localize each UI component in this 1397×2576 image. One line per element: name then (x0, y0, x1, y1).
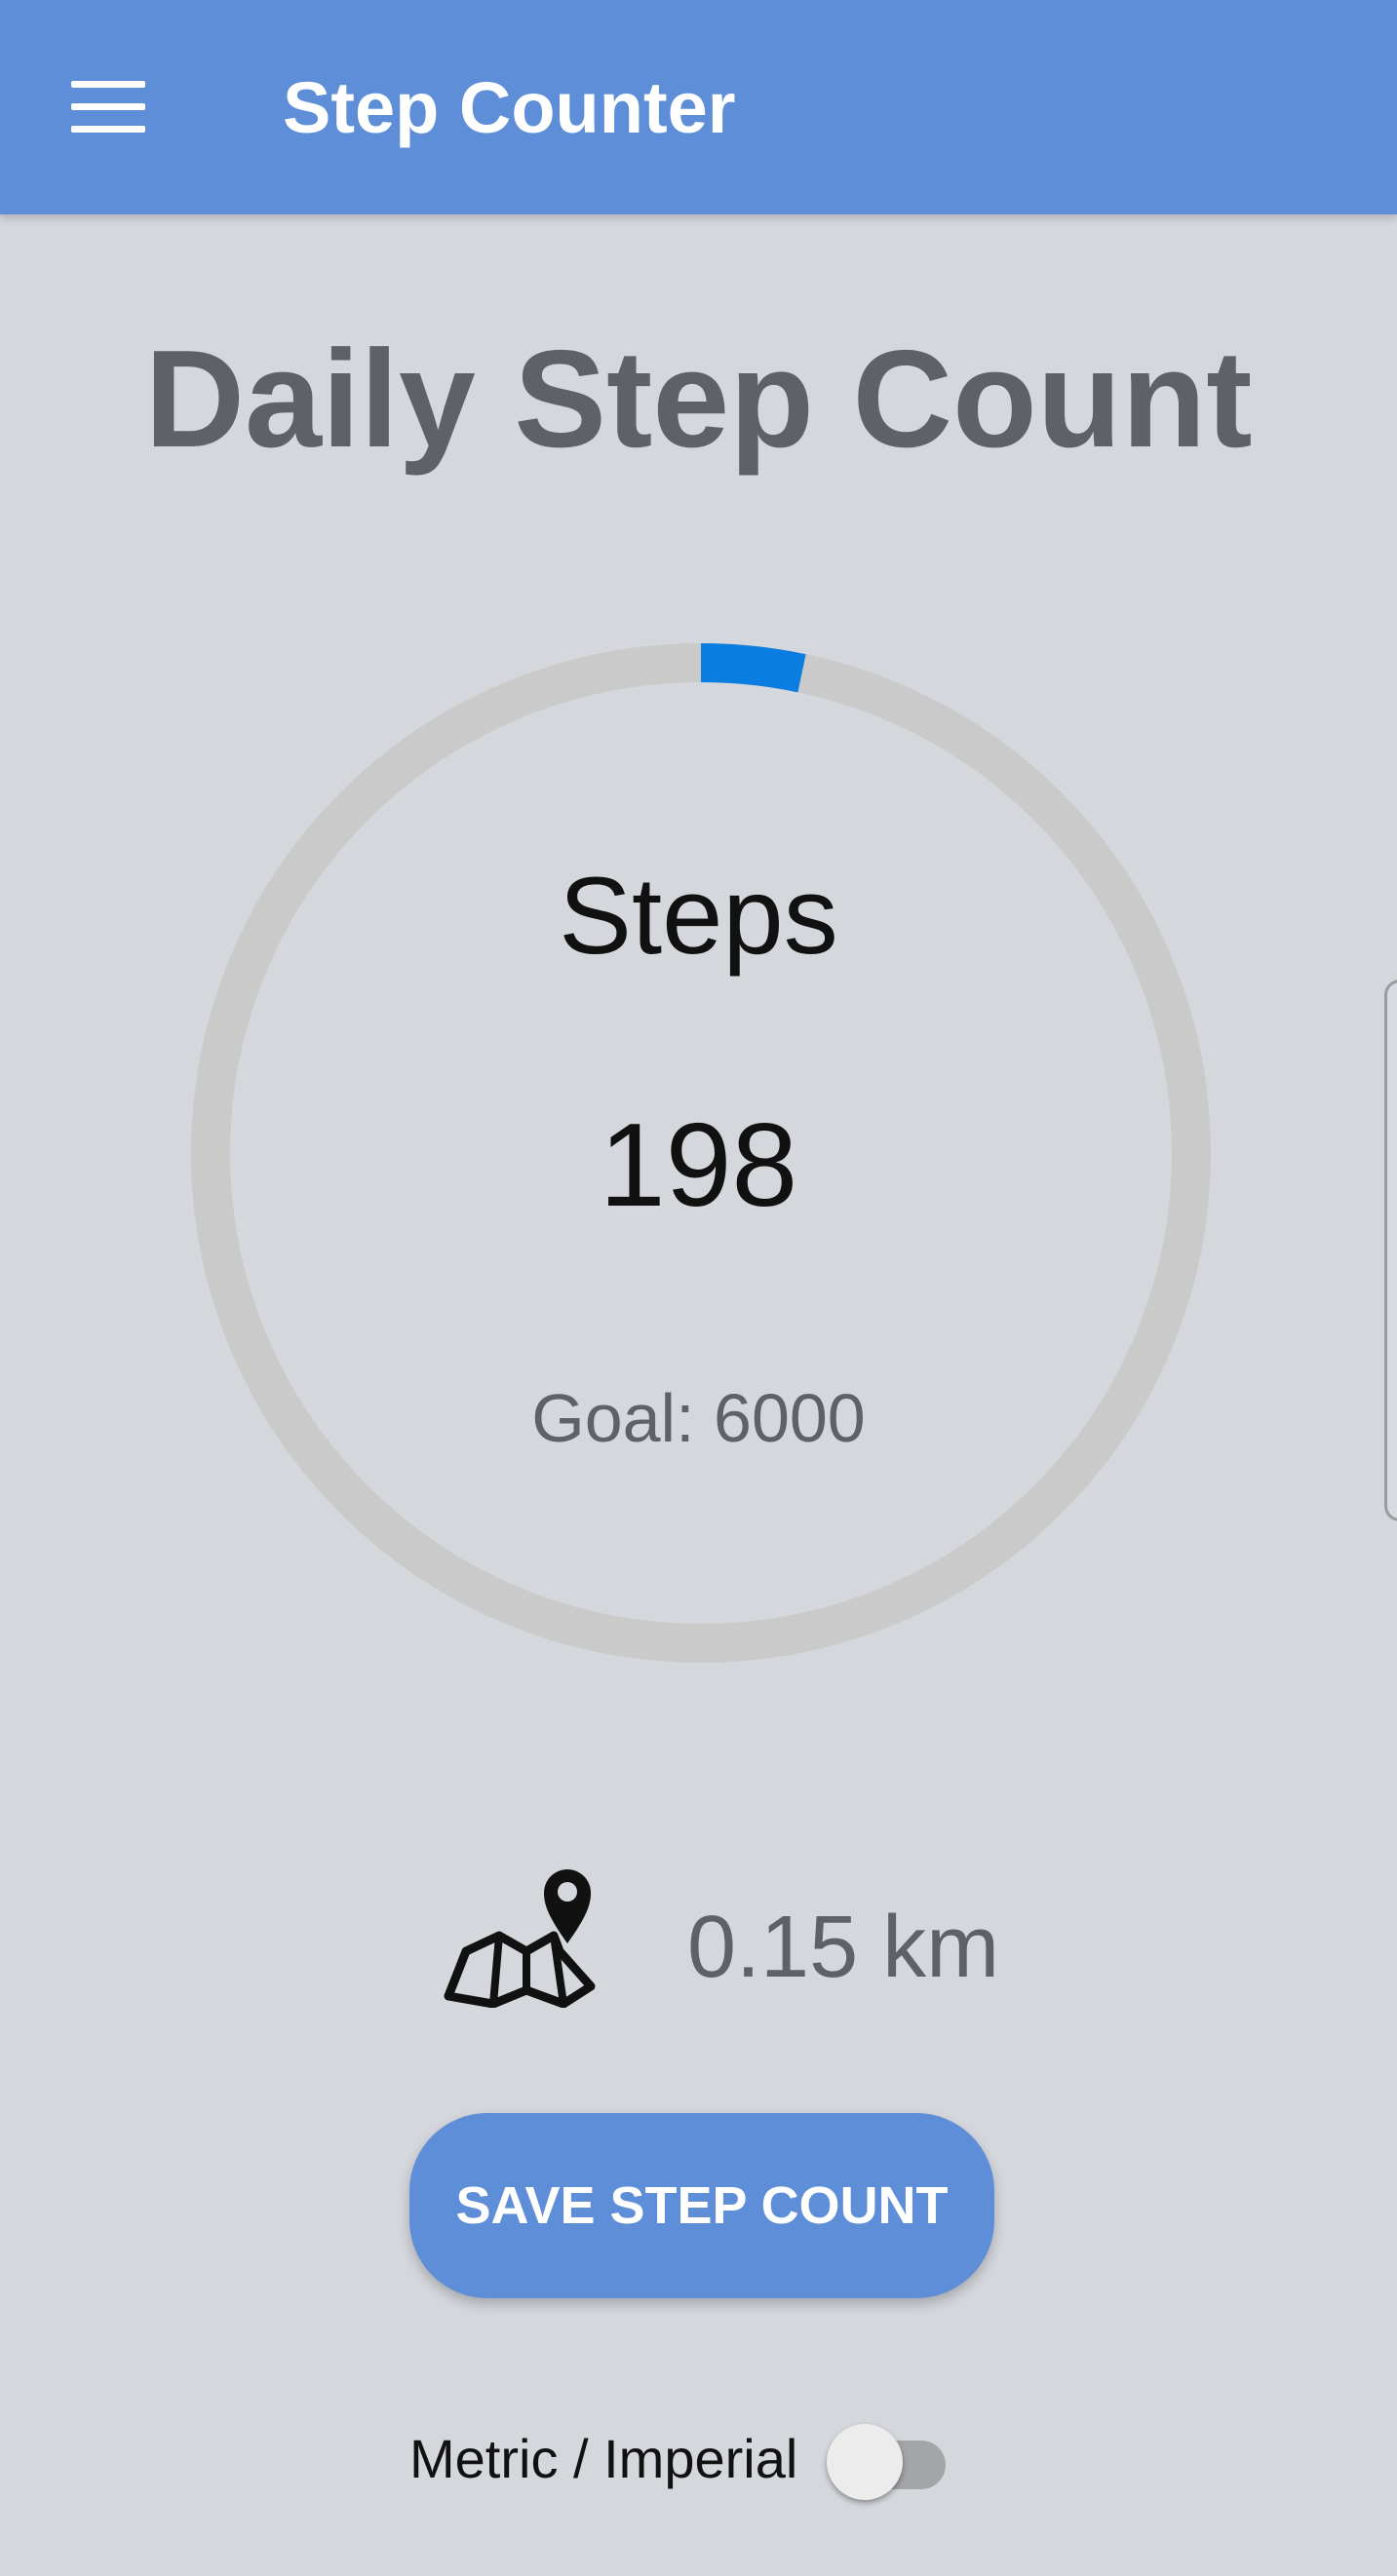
metric-imperial-toggle[interactable] (827, 2419, 951, 2500)
app-bar: Step Counter (0, 0, 1397, 214)
map-location-icon (444, 1869, 596, 2008)
distance-row: 0.15 km (439, 1862, 1043, 2008)
goal-label: Goal: 6000 (531, 1380, 866, 1456)
unit-toggle-label: Metric / Imperial (409, 2428, 798, 2489)
app-title: Step Counter (283, 67, 736, 148)
save-step-count-button[interactable]: SAVE STEP COUNT (409, 2113, 994, 2298)
page-title: Daily Step Count (144, 322, 1253, 477)
steps-label: Steps (559, 855, 838, 977)
distance-value: 0.15 km (687, 1899, 1000, 1996)
menu-button[interactable] (54, 63, 163, 151)
unit-toggle-row: Metric / Imperial (409, 2415, 994, 2503)
steps-count: 198 (599, 1098, 798, 1231)
toggle-thumb (827, 2424, 903, 2500)
edge-panel-handle[interactable] (1384, 980, 1397, 1521)
